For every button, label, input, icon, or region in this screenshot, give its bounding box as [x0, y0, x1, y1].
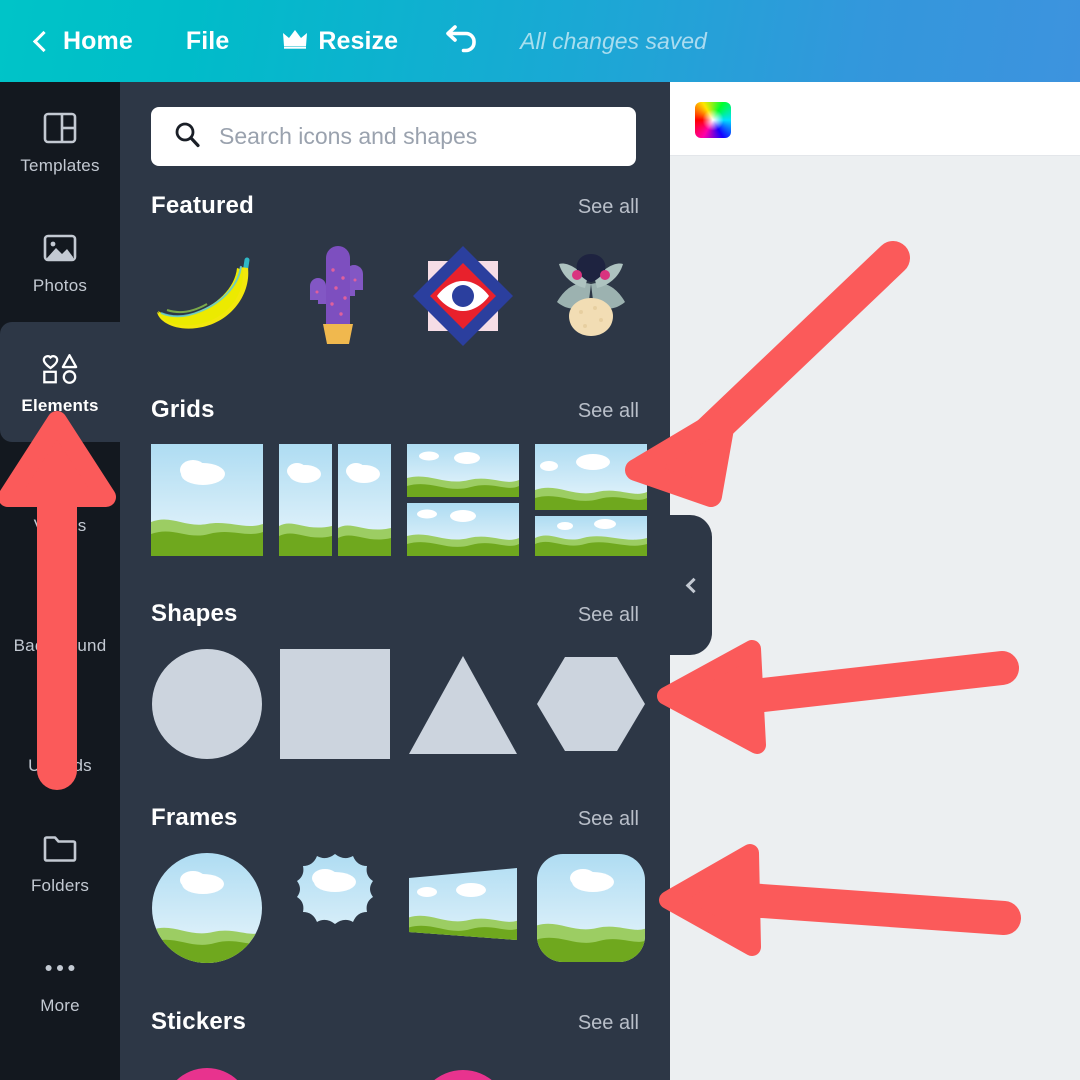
section-stickers: Stickers See all [151, 1008, 639, 1080]
section-title: Frames [151, 804, 238, 831]
section-frames: Frames See all [151, 804, 645, 964]
editor-toolbar [670, 82, 1080, 156]
section-grids: Grids See all [151, 396, 647, 556]
sidebar-item-label: Videos [33, 515, 87, 535]
sidebar-item-folders[interactable]: Folders [0, 802, 120, 922]
search-input[interactable]: Search icons and shapes [151, 107, 636, 166]
section-header: Frames See all [151, 804, 639, 834]
element-frame-scallop[interactable] [279, 852, 391, 964]
see-all-frames-button[interactable]: See all [578, 808, 639, 831]
element-bat-flower[interactable] [535, 240, 647, 352]
undo-icon [442, 20, 482, 63]
element-shape-triangle[interactable] [407, 648, 519, 760]
section-title: Grids [151, 396, 215, 423]
section-featured: Featured See all [151, 192, 639, 352]
element-frame-rounded-rect[interactable] [535, 852, 647, 964]
chevron-left-icon [32, 30, 55, 53]
section-title: Shapes [151, 600, 238, 627]
section-title: Featured [151, 192, 254, 219]
element-sticker-pink-face[interactable] [407, 1056, 519, 1080]
collapse-panel-button[interactable] [670, 515, 712, 655]
section-shapes: Shapes See all [151, 600, 645, 760]
search-icon [173, 120, 201, 153]
left-sidebar: Templates Photos Elements Videos Backgro… [0, 82, 120, 1080]
resize-button[interactable]: Resize [282, 27, 398, 56]
element-bananas[interactable] [151, 240, 263, 352]
see-all-stickers-button[interactable]: See all [578, 1012, 639, 1035]
section-items-row [151, 444, 647, 556]
undo-button[interactable] [442, 20, 482, 63]
sidebar-item-label: Templates [20, 155, 100, 175]
background-icon [41, 589, 79, 627]
uploads-icon [41, 709, 79, 747]
see-all-featured-button[interactable]: See all [578, 196, 639, 219]
canva-editor-window: Home File Resize All changes saved Templ… [0, 0, 1080, 1080]
see-all-shapes-button[interactable]: See all [578, 604, 639, 627]
section-items-row [151, 648, 645, 760]
element-sticker-pink-blob[interactable] [151, 1056, 263, 1080]
photos-icon [41, 229, 79, 267]
sidebar-item-background[interactable]: Background [0, 562, 120, 682]
sidebar-item-more[interactable]: More [0, 922, 120, 1042]
sidebar-item-elements[interactable]: Elements [0, 322, 120, 442]
element-shape-hexagon[interactable] [535, 648, 647, 760]
sidebar-item-videos[interactable]: Videos [0, 442, 120, 562]
more-icon [41, 949, 79, 987]
element-sticker-yellow-star[interactable] [279, 1056, 391, 1080]
element-frame-circle[interactable] [151, 852, 263, 964]
see-all-grids-button[interactable]: See all [578, 400, 639, 423]
section-header: Stickers See all [151, 1008, 639, 1038]
rainbow-color-swatch[interactable] [695, 102, 731, 138]
sidebar-item-photos[interactable]: Photos [0, 202, 120, 322]
element-shape-circle[interactable] [151, 648, 263, 760]
element-grid-2-rows-uneven[interactable] [535, 444, 647, 556]
element-eye-diamond[interactable] [407, 240, 519, 352]
search-placeholder: Search icons and shapes [219, 123, 478, 149]
file-menu-label: File [185, 26, 230, 55]
element-shape-square[interactable] [279, 648, 391, 760]
element-grid-2-rows[interactable] [407, 444, 519, 556]
element-frame-skew[interactable] [407, 852, 519, 964]
section-header: Grids See all [151, 396, 639, 426]
sidebar-item-label: Folders [30, 875, 90, 895]
save-status-text: All changes saved [520, 27, 707, 54]
elements-panel: Search icons and shapes Featured See all [120, 82, 670, 1080]
home-button[interactable]: Home [32, 26, 133, 56]
section-title: Stickers [151, 1008, 246, 1035]
elements-icon [41, 349, 79, 387]
sidebar-item-label: Photos [32, 275, 88, 295]
element-cactus[interactable] [279, 240, 391, 352]
sidebar-item-templates[interactable]: Templates [0, 82, 120, 202]
crown-icon [282, 27, 308, 56]
element-grid-2-columns[interactable] [279, 444, 391, 556]
resize-button-label: Resize [318, 26, 399, 55]
folders-icon [41, 829, 79, 867]
section-header: Shapes See all [151, 600, 639, 630]
sidebar-item-uploads[interactable]: Uploads [0, 682, 120, 802]
sidebar-item-label: Uploads [28, 755, 92, 775]
sidebar-item-label: Elements [21, 395, 99, 415]
sidebar-item-label: More [40, 995, 80, 1015]
design-canvas-area[interactable] [670, 156, 1080, 1080]
videos-icon [41, 469, 79, 507]
section-items-row [151, 240, 639, 352]
file-menu-button[interactable]: File [186, 27, 229, 56]
templates-icon [41, 109, 79, 147]
top-toolbar: Home File Resize All changes saved [0, 0, 1080, 82]
home-button-label: Home [63, 26, 133, 55]
chevron-left-icon [685, 577, 701, 593]
element-grid-1-cell[interactable] [151, 444, 263, 556]
section-header: Featured See all [151, 192, 639, 222]
section-items-row [151, 1056, 639, 1080]
section-items-row [151, 852, 645, 964]
sidebar-item-label: Background [13, 635, 107, 655]
